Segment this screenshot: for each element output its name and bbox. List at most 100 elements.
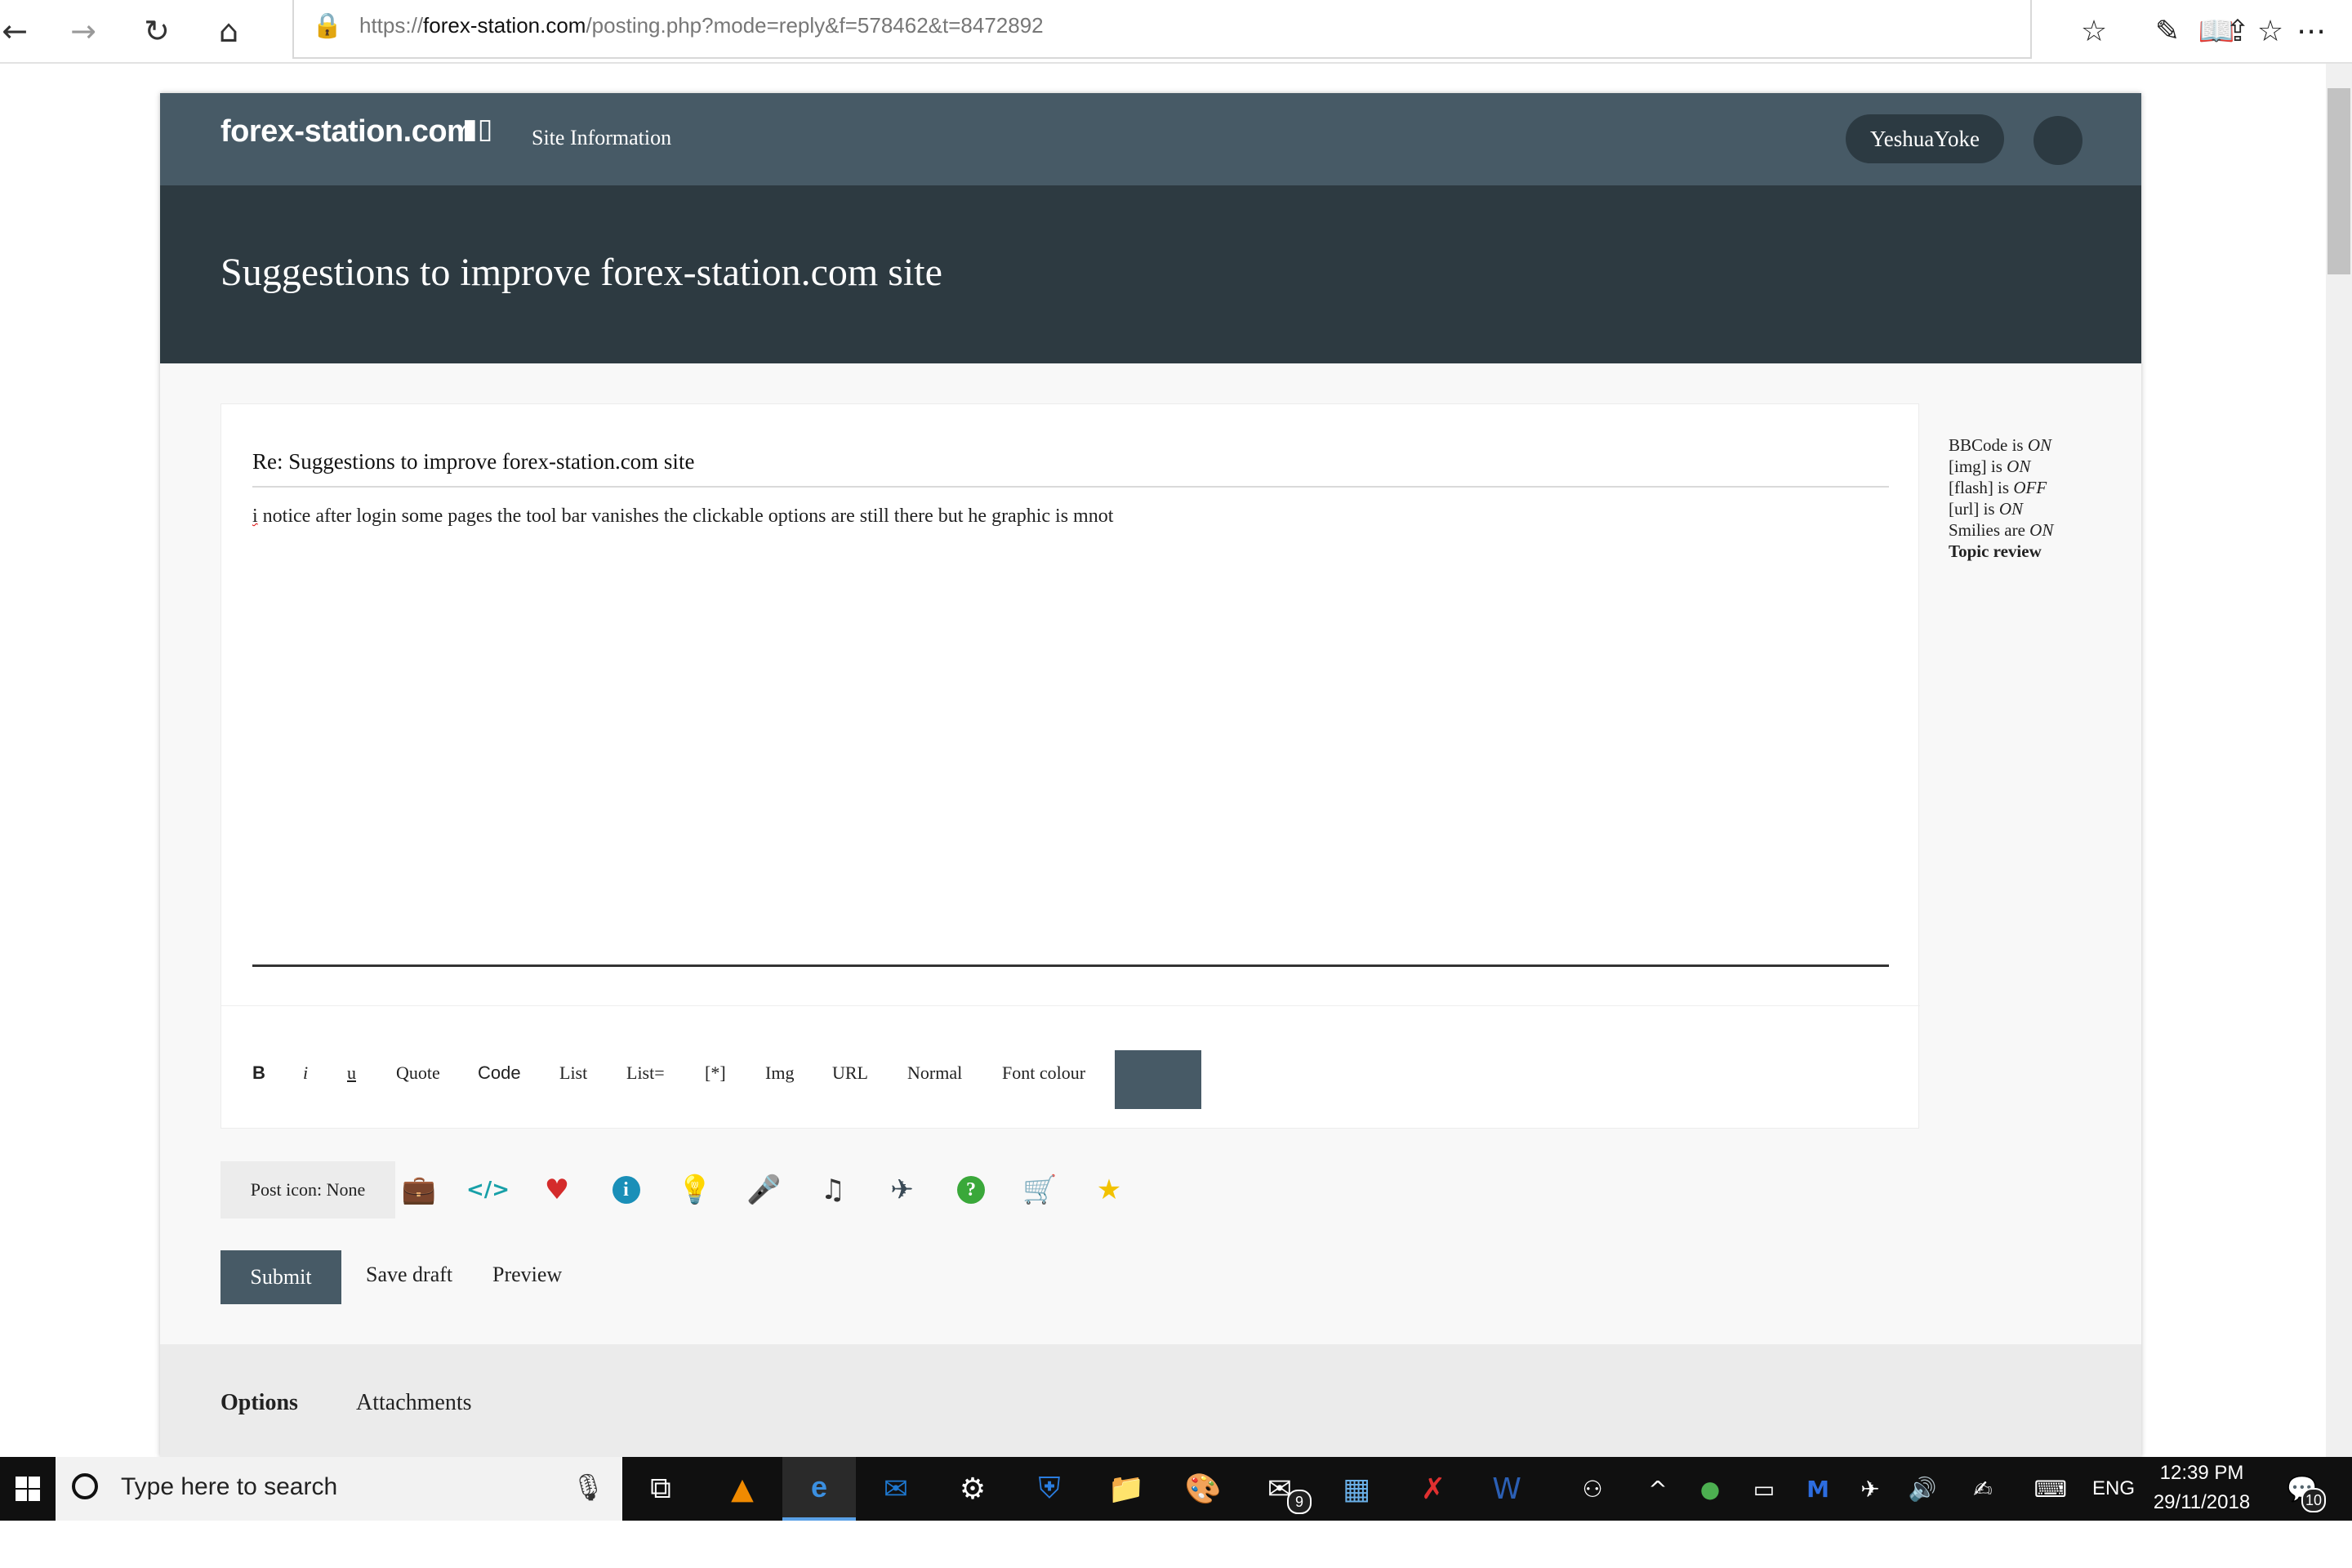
microphone-icon[interactable]: 🎤: [744, 1169, 785, 1210]
touch-keyboard-icon[interactable]: ⌨: [2022, 1457, 2079, 1521]
airplane-mode-icon[interactable]: ✈: [1847, 1457, 1893, 1521]
bbcode-toolbar: B i u Quote Code List List= [*] Img URL …: [221, 1005, 1920, 1129]
img-button[interactable]: Img: [765, 1049, 794, 1098]
italic-button[interactable]: i: [303, 1049, 308, 1098]
green-app-icon[interactable]: ●: [1687, 1457, 1733, 1521]
list-item-button[interactable]: [*]: [705, 1049, 726, 1098]
paint-icon[interactable]: 🎨: [1166, 1457, 1240, 1521]
scrollbar-thumb[interactable]: [2328, 88, 2350, 274]
bbcode-status: BBCode is ON: [1949, 434, 2053, 456]
lightbulb-icon[interactable]: 💡: [675, 1169, 715, 1210]
quote-button[interactable]: Quote: [396, 1049, 440, 1098]
info-icon[interactable]: i: [606, 1169, 647, 1210]
briefcase-icon[interactable]: 💼: [399, 1169, 439, 1210]
message-textarea[interactable]: i notice after login some pages the tool…: [252, 506, 1889, 967]
star-icon[interactable]: ★: [1089, 1169, 1129, 1210]
taskbar-search-box[interactable]: Type here to search 🎙: [56, 1457, 622, 1521]
clock-date: 29/11/2018: [2153, 1491, 2251, 1513]
browser-toolbar: ← → ↻ ⌂ 🔒 https://forex-station.com/post…: [0, 0, 2352, 64]
windows-start-icon[interactable]: [0, 1457, 56, 1521]
url-host: forex-station.com: [423, 13, 586, 38]
img-status-value: ON: [2007, 457, 2031, 476]
url-button[interactable]: URL: [832, 1049, 868, 1098]
battery-icon[interactable]: ▭: [1741, 1457, 1787, 1521]
bbcode-status-value: ON: [2027, 435, 2052, 455]
airplane-icon[interactable]: ✈: [882, 1169, 923, 1210]
vlc-icon[interactable]: ▲: [706, 1457, 779, 1521]
cart-icon[interactable]: 🛒: [1020, 1169, 1061, 1210]
action-center-icon[interactable]: 💬 10: [2274, 1457, 2331, 1521]
malwarebytes-icon[interactable]: M: [1795, 1457, 1841, 1521]
question-icon[interactable]: ?: [951, 1169, 991, 1210]
site-information-link[interactable]: Site Information: [532, 126, 671, 150]
url-text[interactable]: https://forex-station.com/posting.php?mo…: [359, 13, 1044, 38]
cortana-icon: [72, 1473, 98, 1499]
word-icon[interactable]: W: [1470, 1457, 1544, 1521]
flash-status-label: [flash] is: [1949, 478, 2014, 497]
font-size-select[interactable]: Normal: [907, 1049, 962, 1098]
avatar[interactable]: [2034, 116, 2082, 165]
url-scheme: https://: [359, 13, 424, 38]
submit-button[interactable]: Submit: [220, 1250, 341, 1304]
post-icon-label[interactable]: Post icon: None: [220, 1161, 395, 1218]
address-bar[interactable]: 🔒 https://forex-station.com/posting.php?…: [292, 0, 2283, 59]
site-logo[interactable]: forex-station.com: [220, 114, 474, 149]
forward-arrow-icon[interactable]: →: [57, 7, 109, 56]
img-status-label: [img] is: [1949, 457, 2007, 476]
language-indicator[interactable]: ENG: [2092, 1457, 2135, 1521]
user-menu-button[interactable]: YeshuaYoke: [1846, 114, 2004, 163]
outlook-icon[interactable]: ✉: [859, 1457, 933, 1521]
lock-icon: 🔒: [312, 11, 343, 40]
smilies-status-value: ON: [2029, 520, 2054, 540]
list-button[interactable]: List: [559, 1049, 587, 1098]
posting-rules-panel: BBCode is ON [img] is ON [flash] is OFF …: [1949, 434, 2053, 562]
code-icon[interactable]: </>: [466, 1169, 510, 1210]
mail-badge: 9: [1287, 1490, 1312, 1514]
preview-button[interactable]: Preview: [492, 1263, 562, 1287]
app-x-icon[interactable]: ✗: [1396, 1457, 1470, 1521]
save-draft-button[interactable]: Save draft: [366, 1263, 452, 1287]
font-colour-button[interactable]: Font colour: [1002, 1049, 1085, 1098]
code-button[interactable]: Code: [478, 1049, 521, 1098]
topic-review-link[interactable]: Topic review: [1949, 541, 2042, 561]
share-icon[interactable]: ⇪: [2213, 7, 2262, 56]
subject-input[interactable]: Re: Suggestions to improve forex-station…: [252, 437, 1889, 488]
security-shield-icon[interactable]: ⛨: [1013, 1457, 1086, 1521]
task-view-icon[interactable]: ⧉: [624, 1457, 697, 1521]
flash-status: [flash] is OFF: [1949, 477, 2053, 498]
pen-workspace-icon[interactable]: ✍: [1960, 1457, 2006, 1521]
show-hidden-icons-chevron-icon[interactable]: ^: [1633, 1457, 1682, 1521]
mail-icon[interactable]: ✉ 9: [1243, 1457, 1316, 1521]
tab-attachments[interactable]: Attachments: [356, 1390, 472, 1416]
back-arrow-icon[interactable]: ←: [0, 7, 41, 56]
music-note-icon[interactable]: ♫: [813, 1169, 853, 1210]
refresh-icon[interactable]: ↻: [131, 7, 183, 56]
control-panel-icon[interactable]: ▦: [1320, 1457, 1393, 1521]
settings-gear-icon[interactable]: ⚙: [936, 1457, 1009, 1521]
img-status: [img] is ON: [1949, 456, 2053, 477]
home-icon[interactable]: ⌂: [203, 7, 255, 56]
file-explorer-icon[interactable]: 📁: [1089, 1457, 1163, 1521]
smilies-status-label: Smilies are: [1949, 520, 2030, 540]
misspelled-word: i: [252, 506, 258, 527]
pen-notes-icon[interactable]: ✎: [2143, 7, 2192, 56]
edge-browser-icon[interactable]: e: [782, 1457, 856, 1521]
bold-button[interactable]: B: [252, 1049, 265, 1098]
url-status: [url] is ON: [1949, 498, 2053, 519]
system-clock[interactable]: 12:39 PM 29/11/2018: [2148, 1459, 2256, 1517]
screen-bottom-margin: [0, 1521, 2352, 1568]
url-path: /posting.php?mode=reply&f=578462&t=84728…: [586, 13, 1044, 38]
message-text: notice after login some pages the tool b…: [257, 506, 1114, 527]
bbcode-status-label: BBCode is: [1949, 435, 2028, 455]
heart-icon[interactable]: ♥: [537, 1169, 577, 1210]
smilies-status: Smilies are ON: [1949, 519, 2053, 541]
underline-button[interactable]: u: [347, 1049, 356, 1098]
volume-icon[interactable]: 🔊: [1900, 1457, 1945, 1521]
more-options-icon[interactable]: ⋯: [2287, 7, 2336, 56]
tab-options[interactable]: Options: [220, 1390, 298, 1416]
people-icon[interactable]: ⚇: [1568, 1457, 1617, 1521]
ordered-list-button[interactable]: List=: [626, 1049, 665, 1098]
colour-swatch[interactable]: [1115, 1050, 1201, 1109]
favorites-list-icon[interactable]: ☆: [2069, 7, 2118, 56]
microphone-icon[interactable]: 🎙: [572, 1472, 605, 1503]
